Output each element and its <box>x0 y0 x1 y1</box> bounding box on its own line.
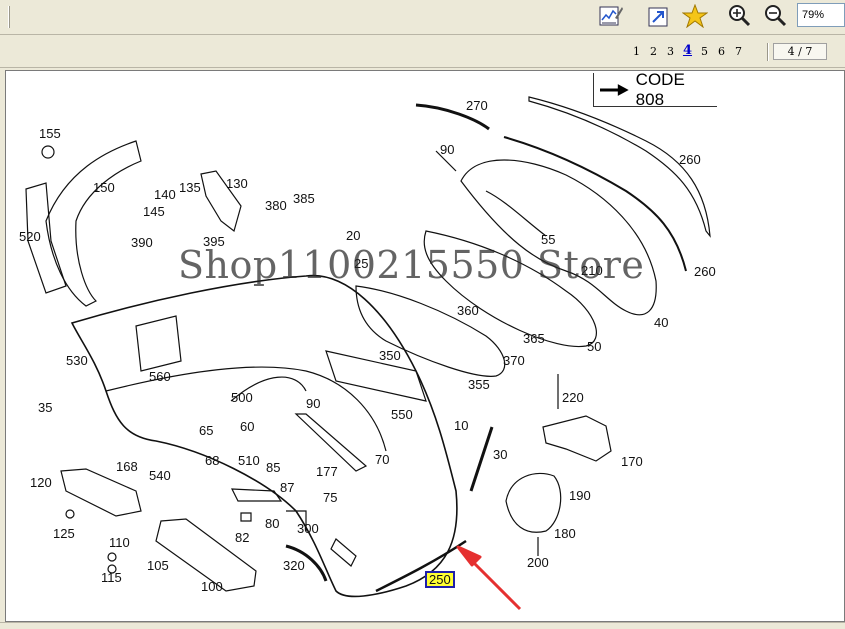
part-label[interactable]: 80 <box>265 517 279 530</box>
page-link-3[interactable]: 3 <box>662 45 679 58</box>
page-link-current[interactable]: 4 <box>679 43 696 58</box>
part-label[interactable]: 30 <box>493 448 507 461</box>
part-label[interactable]: 550 <box>391 408 413 421</box>
part-label[interactable]: 40 <box>654 316 668 329</box>
page-indicator[interactable]: 4 / 7 <box>773 43 827 60</box>
part-label[interactable]: 85 <box>266 461 280 474</box>
page-navigation-bar: 1 2 3 4 5 6 7 4 / 7 <box>0 35 845 68</box>
part-label[interactable]: 560 <box>149 370 171 383</box>
part-label[interactable]: 35 <box>38 401 52 414</box>
part-label[interactable]: 70 <box>375 453 389 466</box>
part-label[interactable]: 260 <box>694 265 716 278</box>
part-label[interactable]: 520 <box>19 230 41 243</box>
part-label[interactable]: 87 <box>280 481 294 494</box>
part-label[interactable]: 200 <box>527 556 549 569</box>
toolbar: 79% <box>0 0 845 35</box>
page-links: 1 2 3 4 5 6 7 <box>628 43 747 58</box>
part-label[interactable]: 150 <box>93 181 115 194</box>
part-label[interactable]: 540 <box>149 469 171 482</box>
part-label[interactable]: 135 <box>179 181 201 194</box>
part-label[interactable]: 380 <box>265 199 287 212</box>
part-label[interactable]: 50 <box>587 340 601 353</box>
part-label[interactable]: 350 <box>379 349 401 362</box>
page-link-1[interactable]: 1 <box>628 45 645 58</box>
part-label[interactable]: 120 <box>30 476 52 489</box>
page-link-6[interactable]: 6 <box>713 45 730 58</box>
part-label[interactable]: 360 <box>457 304 479 317</box>
part-label[interactable]: 105 <box>147 559 169 572</box>
zoom-out-icon[interactable] <box>763 2 791 30</box>
part-label[interactable]: 10 <box>454 419 468 432</box>
part-label[interactable]: 100 <box>201 580 223 593</box>
part-label[interactable]: 20 <box>346 229 360 242</box>
nav-separator <box>767 43 768 61</box>
part-label[interactable]: 260 <box>679 153 701 166</box>
page-link-5[interactable]: 5 <box>696 45 713 58</box>
store-watermark: Shop1100215550 Store <box>178 243 645 287</box>
part-label[interactable]: 270 <box>466 99 488 112</box>
part-label[interactable]: 510 <box>238 454 260 467</box>
code-label: CODE 808 <box>635 70 685 109</box>
part-label[interactable]: 500 <box>231 391 253 404</box>
part-label[interactable]: 220 <box>562 391 584 404</box>
fit-page-icon[interactable] <box>645 2 673 30</box>
part-label[interactable]: 60 <box>240 420 254 433</box>
part-label[interactable]: 300 <box>297 522 319 535</box>
highlighted-part-label[interactable]: 250 <box>425 571 455 588</box>
part-label[interactable]: 168 <box>116 460 138 473</box>
toolbar-grip <box>0 6 9 28</box>
right-arrow-icon <box>600 83 629 96</box>
page-link-2[interactable]: 2 <box>645 45 662 58</box>
part-label[interactable]: 65 <box>199 424 213 437</box>
part-label[interactable]: 130 <box>226 177 248 190</box>
part-label[interactable]: 82 <box>235 531 249 544</box>
part-label[interactable]: 68 <box>205 454 219 467</box>
zoom-in-icon[interactable] <box>727 2 755 30</box>
part-label[interactable]: 365 <box>523 332 545 345</box>
part-label[interactable]: 370 <box>503 354 525 367</box>
part-label[interactable]: 320 <box>283 559 305 572</box>
part-label[interactable]: 115 <box>101 571 122 584</box>
part-label[interactable]: 170 <box>621 455 643 468</box>
part-label[interactable]: 180 <box>554 527 576 540</box>
favorite-star-icon[interactable] <box>681 2 709 30</box>
part-label[interactable]: 155 <box>39 127 61 140</box>
part-label[interactable]: 145 <box>143 205 165 218</box>
part-label[interactable]: 75 <box>323 491 337 504</box>
pointer-arrow <box>456 545 522 611</box>
part-label[interactable]: 140 <box>154 188 176 201</box>
part-label[interactable]: 385 <box>293 192 315 205</box>
zoom-level-input[interactable]: 79% <box>797 3 845 27</box>
parts-diagram <box>25 96 711 611</box>
chart-edit-icon[interactable] <box>597 2 625 30</box>
part-label[interactable]: 177 <box>316 465 338 478</box>
code-808-box: CODE 808 <box>593 70 717 109</box>
page-link-7[interactable]: 7 <box>730 45 747 58</box>
part-label[interactable]: 530 <box>66 354 88 367</box>
part-label[interactable]: 390 <box>131 236 153 249</box>
diagram-viewer[interactable]: CODE 808 270 90 260 155 150 140 135 130 145 380 38… <box>5 70 845 622</box>
part-label[interactable]: 110 <box>109 536 130 549</box>
part-label[interactable]: 190 <box>569 489 591 502</box>
part-label[interactable]: 90 <box>306 397 320 410</box>
part-label[interactable]: 355 <box>468 378 490 391</box>
part-label[interactable]: 125 <box>53 527 75 540</box>
part-label[interactable]: 90 <box>440 143 454 156</box>
